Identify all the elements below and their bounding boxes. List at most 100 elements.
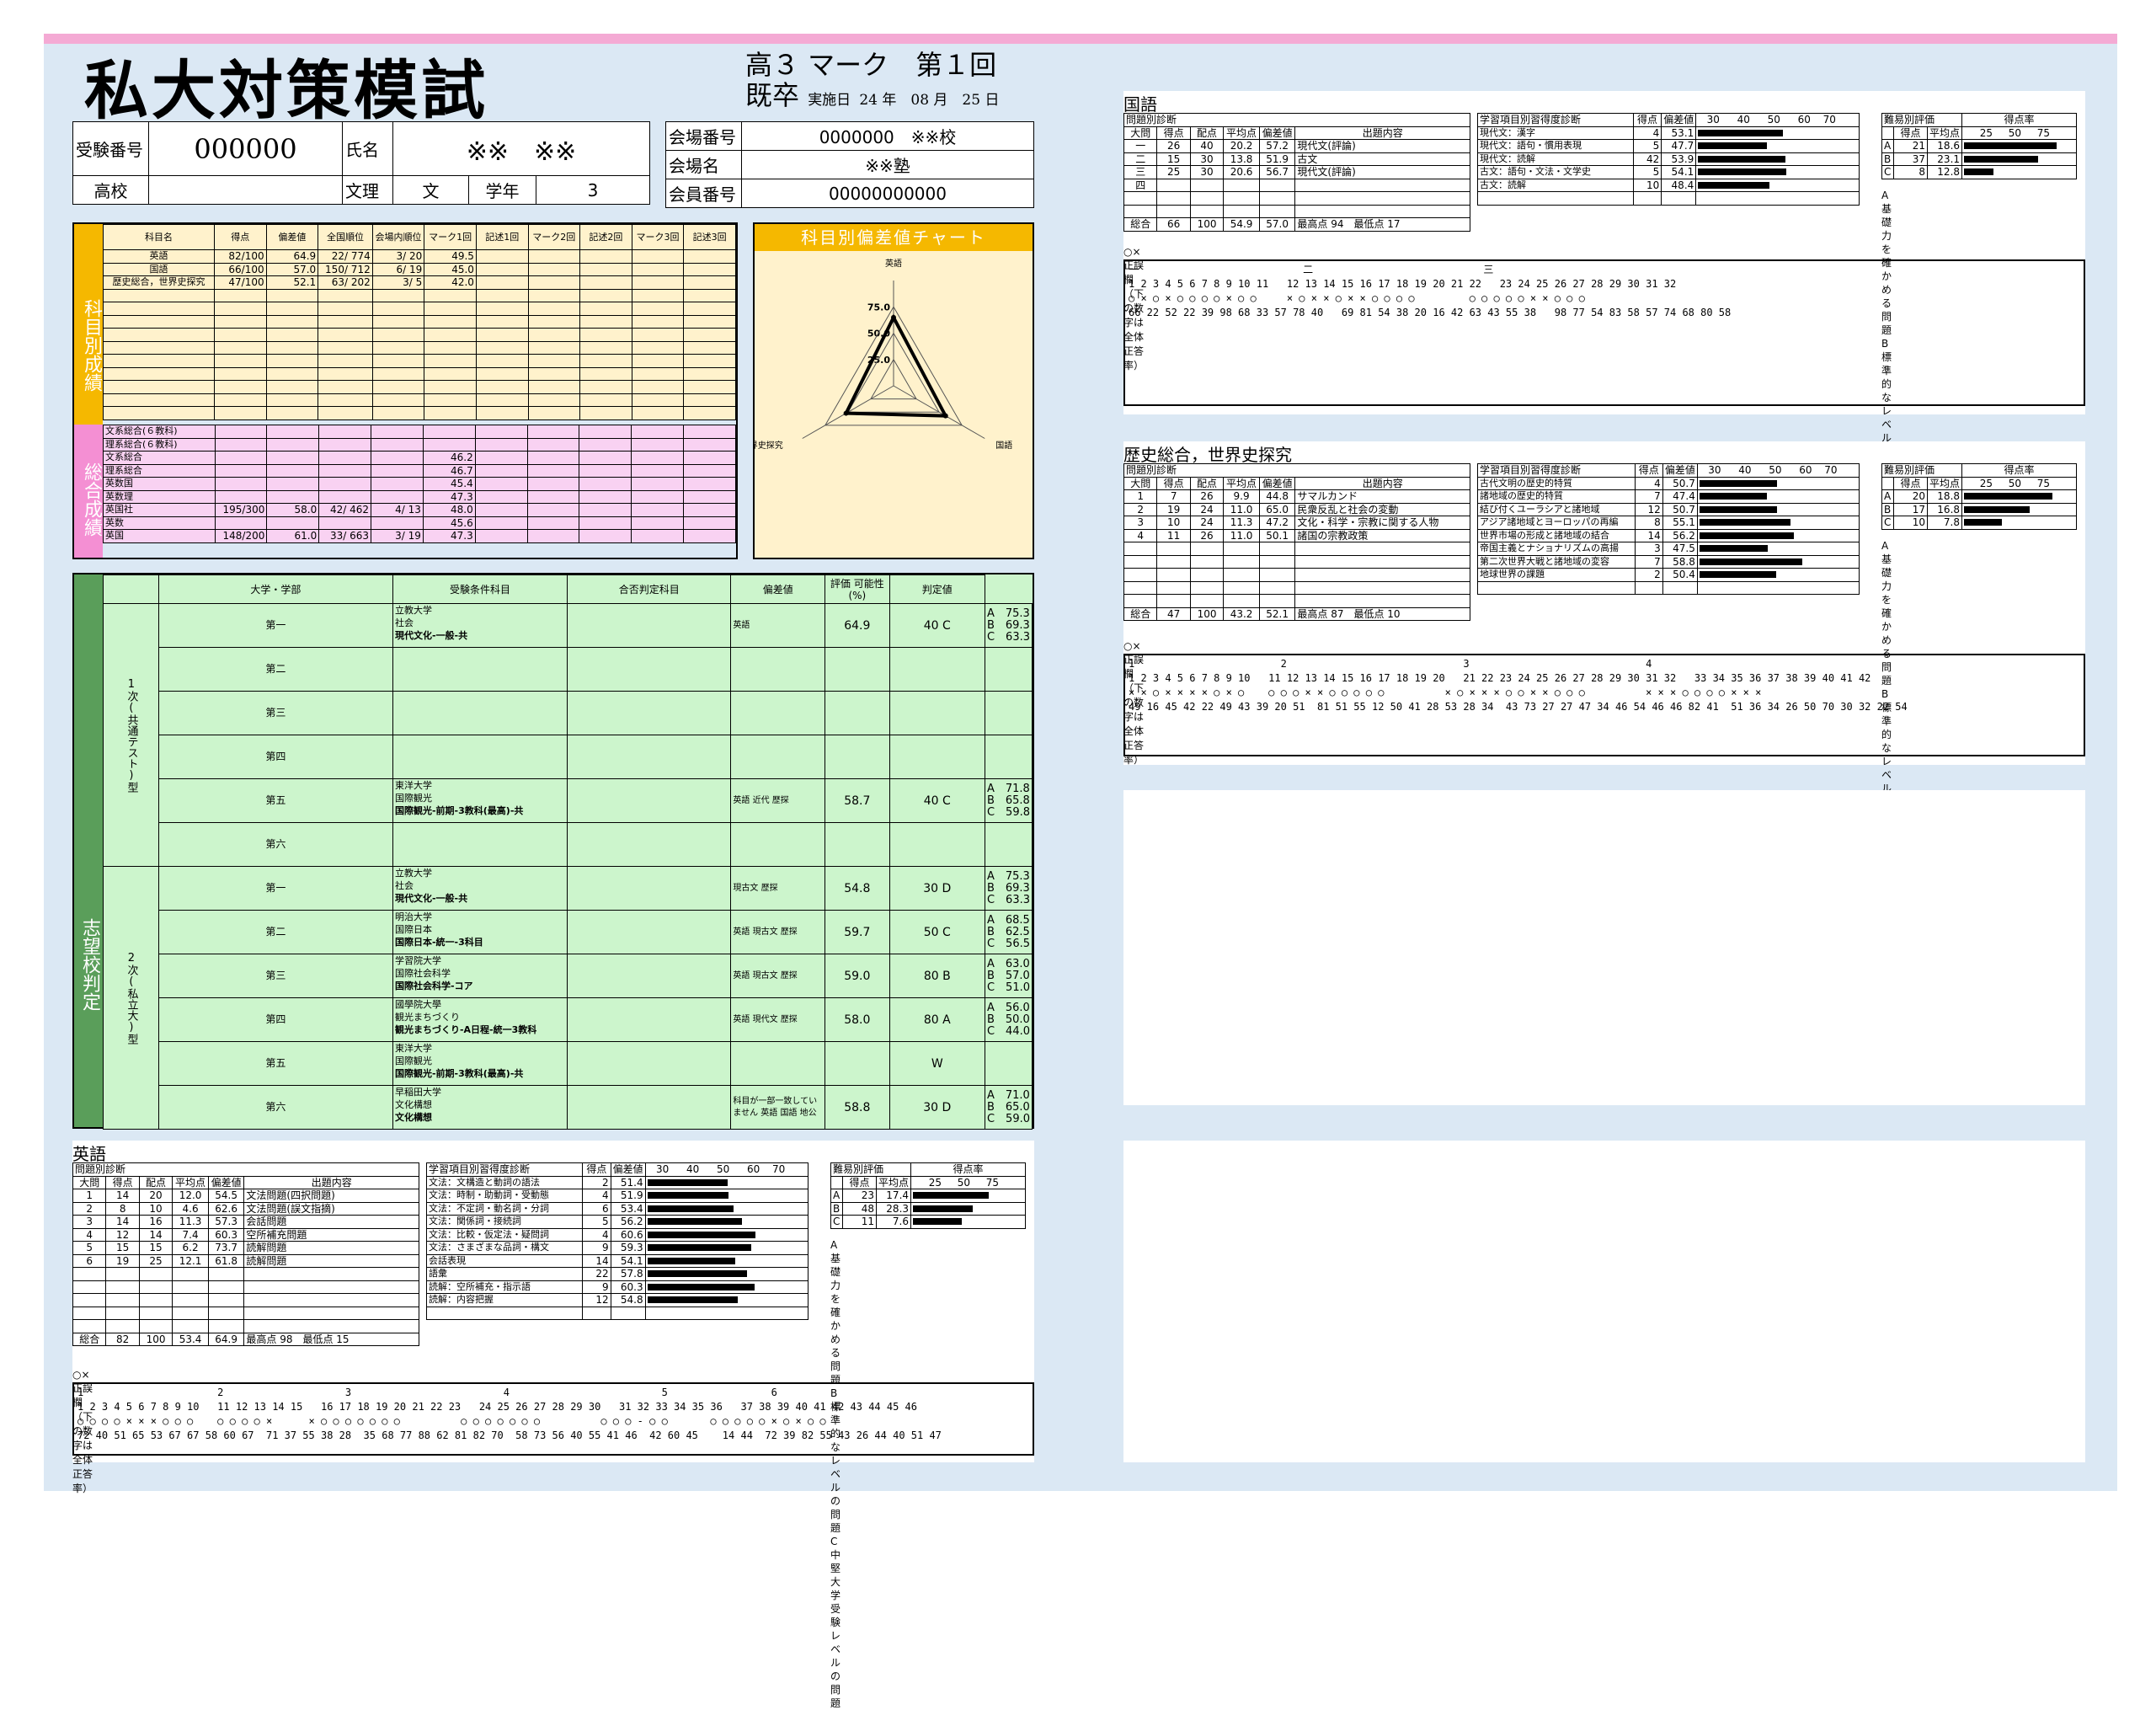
subject-cell: [371, 314, 425, 329]
total-cell: [526, 529, 580, 543]
total-cell: [526, 451, 580, 465]
subject-cell: [527, 249, 581, 264]
total-row: 英数理 47.3: [103, 489, 736, 504]
subject-cell: [683, 328, 736, 342]
q-row: 4 12 14 7.4 60.3 空所補充問題: [72, 1227, 419, 1242]
q-cell: [1258, 191, 1296, 206]
item-dev: 60.6: [610, 1227, 646, 1242]
q-cell: [207, 1280, 245, 1294]
subject-cell: [424, 393, 477, 407]
total-cell: [214, 489, 268, 504]
judge-level: B 65.8: [986, 794, 1030, 807]
judge-level: B 62.5: [986, 925, 1030, 938]
q-cell: 73.7: [207, 1241, 245, 1255]
total-cell: 42/ 462: [318, 503, 372, 517]
subject-header-cell: マーク1回: [424, 224, 477, 250]
judge-univ: 明治大学 国際日本 国際日本-統一-3科目: [392, 910, 568, 954]
first-fac: 国際観光: [394, 793, 432, 804]
judge-subj: [730, 691, 826, 735]
diff-cell: A: [1881, 139, 1894, 153]
student-info-table: 受験番号 000000 氏名 ※※ ※※ 高校 文理文学年 3: [72, 121, 650, 205]
diff-blank: [1881, 476, 1894, 490]
q-sum-cell: 66: [1156, 217, 1191, 232]
item-score: 7: [1634, 489, 1663, 504]
q-sum-row: 総合 82 100 53.4 64.9 最高点 98 最低点 15: [72, 1332, 419, 1346]
subject-cell: [631, 275, 685, 290]
q-cell: 24: [1189, 516, 1225, 530]
item-scale: 30 40 50 60 70: [644, 1162, 809, 1177]
subject-cell: [265, 393, 319, 407]
subject-cell: [424, 380, 477, 394]
judge-side-label: 志望校判定: [74, 574, 103, 1127]
q-cell: [1189, 580, 1225, 595]
item-name: 文法：不定詞・動名詞・分詞: [425, 1201, 584, 1216]
subject-cell: [579, 406, 632, 420]
item-name: 文法：さまざまな品詞・構文: [425, 1241, 584, 1255]
q-cell: 現代文(評論): [1294, 139, 1470, 153]
q-cell: [1123, 580, 1158, 595]
item-row: 現代文：漢字 4 53.1: [1477, 126, 1860, 140]
item-score: 3: [1634, 542, 1663, 556]
judge-group-label: 1次(共通テスト)型: [103, 603, 159, 867]
judge-level: A 71.8: [986, 782, 1030, 795]
q-cell: 50.1: [1258, 528, 1296, 542]
item-bar: [1699, 505, 1778, 513]
item-score: 14: [1634, 528, 1663, 542]
answer-line: 1 2 3 4 5 6 7 8 9 10 11 12 13 14 15 16 1…: [1129, 672, 1871, 684]
judge-univ: 東洋大学 国際観光 国際観光-前期-3教科(最高)-共: [392, 778, 568, 823]
subject-cell: [527, 340, 581, 355]
total-cell: [683, 425, 736, 439]
subject-results: 科目別成績 総合成績 科目名 得点 偏差値 全国順位 会場内順位 マーク1回 記述1回 マーク…: [72, 222, 738, 559]
item-row: [425, 1306, 809, 1320]
judge-rank: 第二: [157, 647, 393, 692]
diff-row: C 11 7.6: [830, 1215, 1026, 1229]
q-cell: 19: [105, 1253, 140, 1268]
total-cell: [266, 437, 320, 452]
total-cell: [474, 477, 528, 491]
q-title: 問題別診断: [1123, 463, 1470, 478]
diff-col: 平均点: [875, 1175, 912, 1189]
q-row: [1123, 594, 1470, 608]
total-cell: [266, 516, 320, 530]
q-header-cell: 得点: [105, 1175, 140, 1189]
q-sum-cell: 100: [138, 1332, 173, 1346]
diff-cell: C: [1881, 516, 1894, 530]
q-cell: 6.2: [172, 1241, 209, 1255]
subject-name: [103, 328, 215, 342]
q-row: 5 15 15 6.2 73.7 読解問題: [72, 1241, 419, 1255]
q-cell: [1223, 580, 1260, 595]
total-cell: [579, 437, 632, 452]
subject-cell: [424, 340, 477, 355]
subject-cell: [475, 314, 529, 329]
q-cell: [1156, 191, 1191, 206]
item-dev: 47.7: [1661, 139, 1697, 153]
item-dev: [1661, 191, 1697, 206]
total-cell: [526, 437, 580, 452]
subject-row: 英語 82/100 64.9 22/ 774 3/ 20 49.5: [103, 249, 736, 264]
section-history: 歴史総合，世界史探究 問題別診断 大問 得点 配点 平均点 偏差値 出題内容 1 7 26 9.9 44…: [1123, 441, 2085, 1010]
subject-cell: [683, 262, 736, 276]
judge-eval: 80 A: [889, 997, 985, 1042]
scale-tick: 40: [1738, 464, 1752, 477]
judge-level: C 63.3: [986, 630, 1030, 644]
q-cell: 文法問題(誤文指摘): [243, 1201, 419, 1216]
subject-cell: [579, 380, 632, 394]
radar-tick-label: 75.0: [867, 302, 890, 313]
item-bar: [647, 1257, 736, 1264]
item-dev: 54.1: [1661, 165, 1697, 179]
q-row: [1123, 580, 1470, 595]
item-bar-cell: [1696, 542, 1860, 556]
rate-tick: 50: [957, 1176, 971, 1189]
judge-univ: [392, 647, 568, 692]
diff-cell: 7.8: [1926, 516, 1963, 530]
diff-header-row: 難易別評価 得点率: [1881, 113, 2077, 127]
section-japanese: 国語 問題別診断 大問 得点 配点 平均点 偏差値 出題内容一 26 40 20.2 57.2 現代文(…: [1123, 91, 2085, 660]
total-row: 英数国 45.4: [103, 477, 736, 491]
q-cell: [1123, 594, 1158, 608]
subject-cell: [214, 340, 267, 355]
q-minmax: 最高点 98 最低点 15: [243, 1332, 419, 1346]
subject-cell: [631, 314, 685, 329]
subject-cell: 52.1: [265, 275, 319, 290]
q-header-cell: 出題内容: [243, 1175, 419, 1189]
subject-cell: [683, 366, 736, 381]
